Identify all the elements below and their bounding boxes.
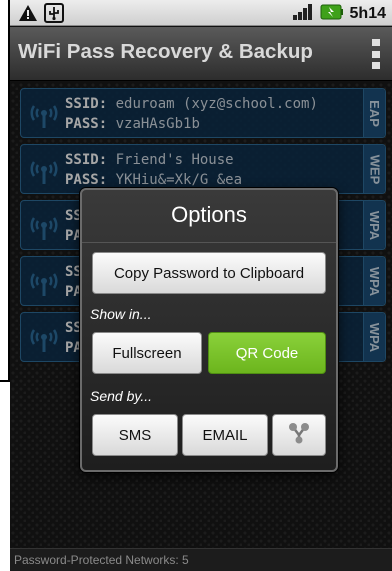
share-button[interactable] bbox=[272, 414, 326, 456]
share-icon bbox=[288, 422, 310, 448]
app-title-bar: WiFi Pass Recovery & Backup bbox=[10, 27, 392, 81]
footer-bar: Password-Protected Networks: 5 bbox=[10, 548, 392, 571]
signal-icon bbox=[292, 3, 314, 25]
email-button[interactable]: EMAIL bbox=[182, 414, 268, 456]
send-by-label: Send by... bbox=[90, 388, 153, 404]
battery-icon bbox=[320, 3, 344, 25]
copy-password-button[interactable]: Copy Password to Clipboard bbox=[92, 252, 326, 294]
fullscreen-button[interactable]: Fullscreen bbox=[92, 332, 202, 374]
phone-screen: 5h14 WiFi Pass Recovery & Backup SSID: e… bbox=[10, 0, 392, 571]
show-in-label: Show in... bbox=[90, 306, 152, 322]
status-bar: 5h14 bbox=[10, 0, 392, 26]
options-dialog: Options Copy Password to Clipboard Show … bbox=[80, 188, 338, 472]
frame-border bbox=[0, 0, 10, 382]
dialog-divider bbox=[82, 242, 336, 243]
dialog-title: Options bbox=[171, 202, 247, 227]
usb-icon bbox=[44, 3, 64, 27]
qr-code-button[interactable]: QR Code bbox=[208, 332, 326, 374]
app-title: WiFi Pass Recovery & Backup bbox=[18, 40, 313, 63]
warning-icon bbox=[18, 4, 38, 26]
sms-button[interactable]: SMS bbox=[92, 414, 178, 456]
overflow-menu-icon[interactable] bbox=[372, 39, 382, 69]
clock-text: 5h14 bbox=[349, 5, 386, 22]
network-count-text: Password-Protected Networks: 5 bbox=[14, 553, 189, 567]
